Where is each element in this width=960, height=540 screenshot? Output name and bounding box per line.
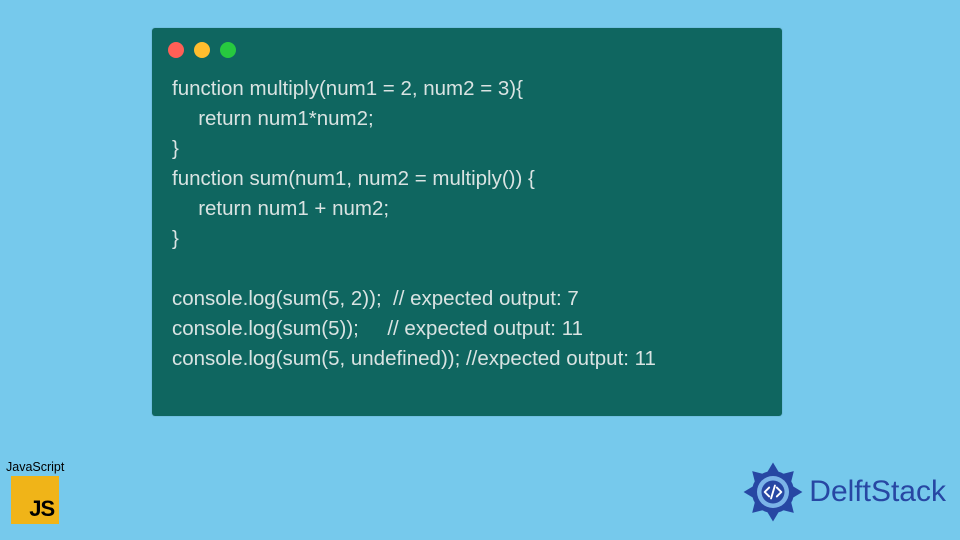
brand-name: DelftStack: [809, 475, 946, 509]
close-icon: [168, 42, 184, 58]
javascript-label: JavaScript: [6, 460, 64, 474]
javascript-badge: JavaScript: [6, 460, 64, 524]
code-block: function multiply(num1 = 2, num2 = 3){ r…: [152, 64, 782, 392]
window-traffic-lights: [152, 28, 782, 64]
javascript-logo-icon: [11, 476, 59, 524]
minimize-icon: [194, 42, 210, 58]
maximize-icon: [220, 42, 236, 58]
brand-logo: DelftStack: [741, 460, 946, 524]
delftstack-gear-icon: [741, 460, 805, 524]
code-window: function multiply(num1 = 2, num2 = 3){ r…: [152, 28, 782, 416]
